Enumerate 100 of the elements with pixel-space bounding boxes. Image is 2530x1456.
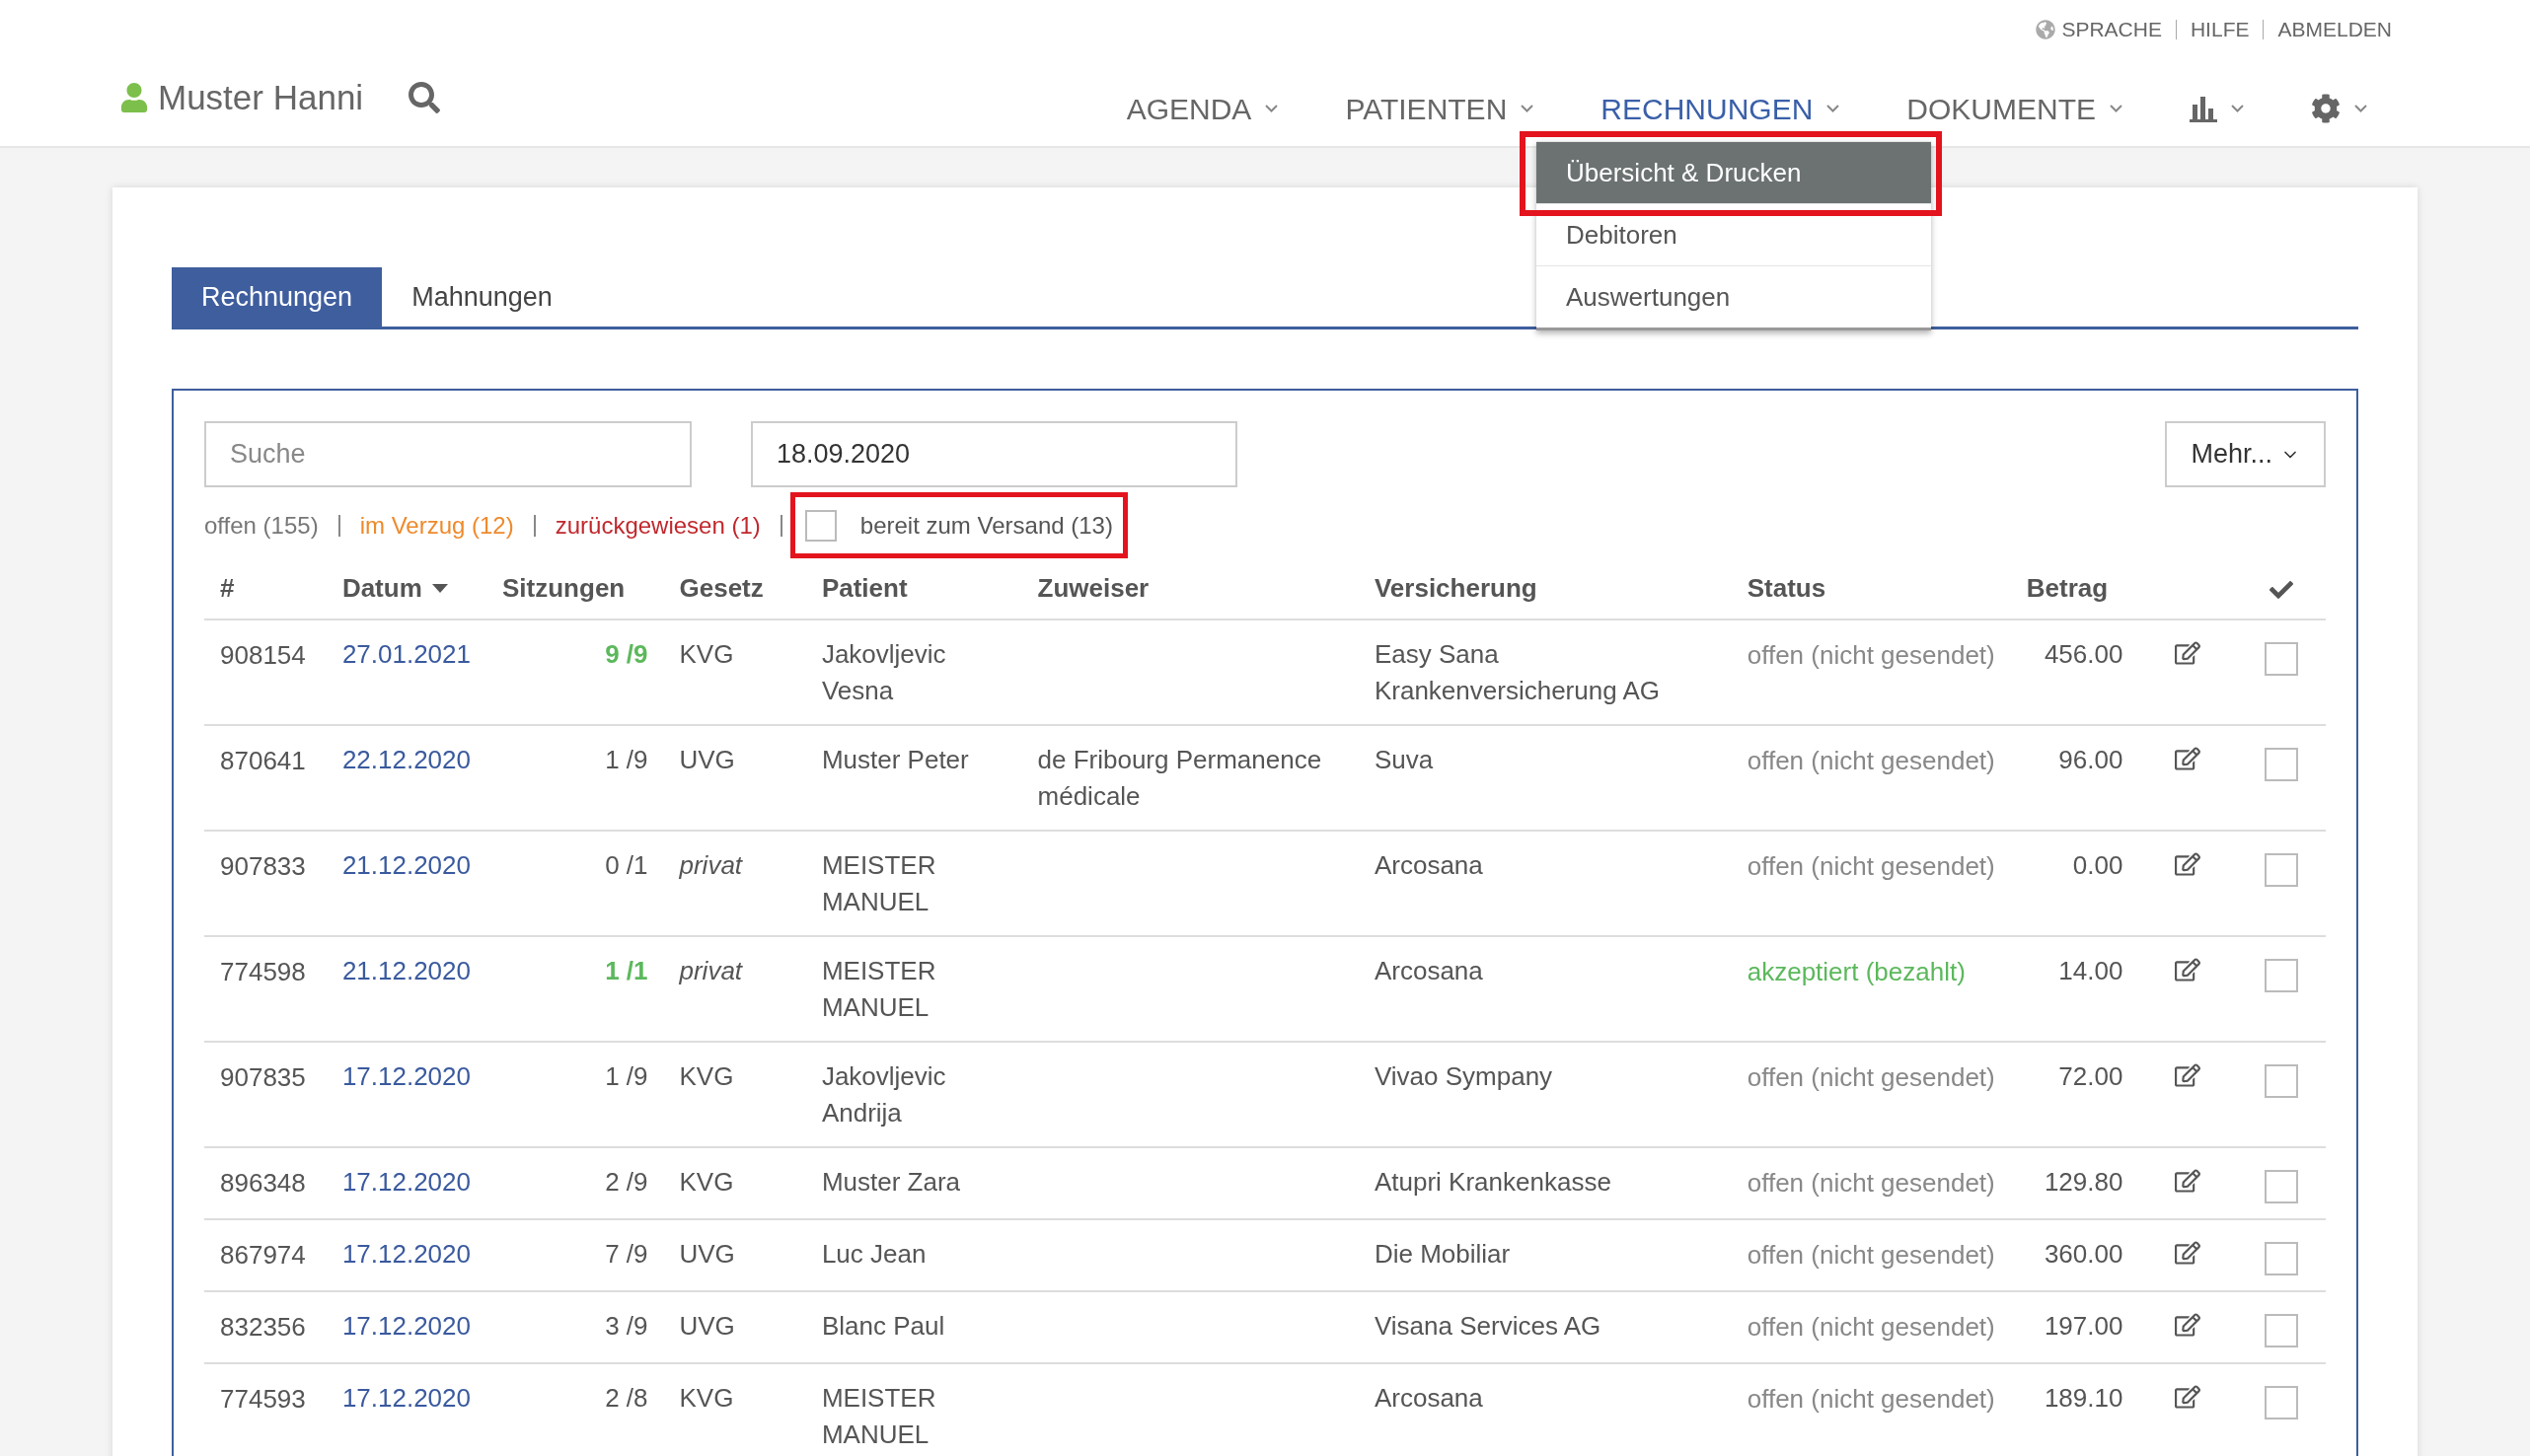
sessions-count: 3 /9 bbox=[605, 1311, 648, 1341]
more-button[interactable]: Mehr... bbox=[2165, 421, 2326, 487]
sort-header[interactable]: Datum bbox=[341, 570, 448, 607]
column-header: Gesetz bbox=[679, 573, 764, 603]
date-link[interactable]: 17.12.2020 bbox=[341, 1167, 471, 1197]
tab[interactable]: Rechnungen bbox=[172, 267, 383, 327]
invoice-number: 907833 bbox=[220, 851, 306, 881]
status-text: offen (nicht gesendet) bbox=[1747, 1240, 1995, 1270]
status-text: offen (nicht gesendet) bbox=[1747, 1062, 1995, 1092]
row-checkbox[interactable] bbox=[2264, 853, 2298, 887]
amount: 189.10 bbox=[2044, 1383, 2123, 1413]
user-name[interactable]: Muster Hanni bbox=[158, 71, 364, 124]
insurance-name: Atupri Krankenkasse bbox=[1374, 1166, 1611, 1199]
nav-menu-item[interactable] bbox=[2190, 95, 2244, 122]
patient-name: MEISTER MANUEL bbox=[821, 1382, 936, 1451]
insurance-name: Easy Sana Krankenversicherung AG bbox=[1374, 638, 1660, 707]
edit-icon[interactable] bbox=[2174, 1240, 2200, 1266]
column-header: Betrag bbox=[2026, 573, 2109, 603]
invoice-number: 774593 bbox=[220, 1384, 306, 1414]
invoice-number: 867974 bbox=[220, 1240, 306, 1270]
row-checkbox[interactable] bbox=[2264, 1386, 2298, 1420]
date-link[interactable]: 27.01.2021 bbox=[341, 639, 471, 669]
nav-menu-item[interactable]: RECHNUNGEN bbox=[1600, 86, 1840, 131]
invoice-number: 832356 bbox=[220, 1312, 306, 1342]
nav-menu-item[interactable]: DOKUMENTE bbox=[1906, 86, 2122, 131]
invoice-number: 870641 bbox=[220, 746, 306, 775]
status-text: akzeptiert (bezahlt) bbox=[1747, 957, 1966, 986]
patient-name: Jakovljevic Andrija bbox=[821, 1060, 946, 1129]
insurance-name: Visana Services AG bbox=[1374, 1310, 1601, 1343]
row-checkbox[interactable] bbox=[2264, 748, 2298, 781]
date-link[interactable]: 17.12.2020 bbox=[341, 1383, 471, 1413]
law-type: KVG bbox=[679, 1383, 734, 1413]
patient-name: Muster Peter bbox=[821, 744, 969, 776]
referrer-name: de Fribourg Permanence médicale bbox=[1037, 744, 1322, 813]
settings-icon bbox=[2311, 94, 2341, 123]
patient-name: Jakovljevic Vesna bbox=[821, 638, 946, 707]
edit-icon[interactable] bbox=[2174, 1384, 2200, 1410]
date-link[interactable]: 21.12.2020 bbox=[341, 850, 471, 880]
nav-menu-item[interactable] bbox=[2311, 94, 2367, 123]
nav-menu-item[interactable]: PATIENTEN bbox=[1345, 86, 1534, 131]
column-header: # bbox=[220, 573, 235, 603]
nav-menu-item[interactable]: AGENDA bbox=[1126, 86, 1279, 131]
column-header: Status bbox=[1747, 573, 1826, 603]
patient-name: Muster Zara bbox=[821, 1166, 961, 1199]
row-checkbox[interactable] bbox=[2264, 1064, 2298, 1098]
column-header: Sitzungen bbox=[502, 573, 626, 603]
menu-item[interactable]: Auswertungen bbox=[1536, 265, 1931, 328]
status-text: offen (nicht gesendet) bbox=[1747, 746, 1995, 775]
invoice-number: 896348 bbox=[220, 1168, 306, 1198]
chevron-icon bbox=[1265, 105, 1279, 112]
sessions-count: 1 /1 bbox=[605, 956, 648, 985]
edit-icon[interactable] bbox=[2174, 1168, 2200, 1194]
edit-icon[interactable] bbox=[2174, 1062, 2200, 1088]
patient-name: Blanc Paul bbox=[821, 1310, 945, 1343]
patient-name: MEISTER MANUEL bbox=[821, 955, 936, 1024]
law-type: privat bbox=[679, 956, 743, 985]
row-checkbox[interactable] bbox=[2264, 1314, 2298, 1347]
status-filter[interactable]: offen (155) bbox=[204, 507, 319, 544]
status-filter[interactable]: zurückgewiesen (1) bbox=[555, 507, 761, 544]
amount: 72.00 bbox=[2058, 1061, 2123, 1091]
checkbox-label[interactable]: bereit zum Versand (13) bbox=[859, 507, 1113, 544]
sessions-count: 9 /9 bbox=[605, 639, 648, 669]
amount: 14.00 bbox=[2058, 956, 2123, 985]
user-icon bbox=[120, 83, 148, 112]
row-checkbox[interactable] bbox=[2264, 959, 2298, 992]
chevron-icon bbox=[1826, 105, 1840, 112]
date-link[interactable]: 21.12.2020 bbox=[341, 956, 471, 985]
search-field[interactable]: Suche bbox=[204, 421, 692, 487]
date-field[interactable]: 18.09.2020 bbox=[751, 421, 1237, 487]
law-type: privat bbox=[679, 850, 743, 880]
search-icon[interactable] bbox=[409, 82, 441, 113]
checkbox[interactable] bbox=[804, 509, 837, 542]
date-link[interactable]: 17.12.2020 bbox=[341, 1061, 471, 1091]
sort-caret-icon bbox=[431, 584, 448, 593]
edit-icon[interactable] bbox=[2174, 851, 2200, 877]
patient-name: MEISTER MANUEL bbox=[821, 849, 936, 918]
edit-icon[interactable] bbox=[2174, 640, 2200, 666]
row-checkbox[interactable] bbox=[2264, 1242, 2298, 1275]
menu-item[interactable]: Übersicht & Drucken bbox=[1536, 141, 1931, 203]
date-link[interactable]: 17.12.2020 bbox=[341, 1311, 471, 1341]
row-checkbox[interactable] bbox=[2264, 642, 2298, 676]
utility-link[interactable]: SPRACHE bbox=[2036, 14, 2162, 45]
column-header: Versicherung bbox=[1374, 573, 1537, 603]
row-checkbox[interactable] bbox=[2264, 1170, 2298, 1203]
amount: 456.00 bbox=[2044, 639, 2123, 669]
menu-item[interactable]: Debitoren bbox=[1536, 203, 1931, 265]
amount: 129.80 bbox=[2044, 1167, 2123, 1197]
edit-icon[interactable] bbox=[2174, 957, 2200, 983]
status-text: offen (nicht gesendet) bbox=[1747, 1312, 1995, 1342]
date-link[interactable]: 22.12.2020 bbox=[341, 745, 471, 774]
insurance-name: Arcosana bbox=[1374, 1382, 1483, 1415]
column-header: Patient bbox=[821, 573, 908, 603]
globe-icon bbox=[2036, 20, 2056, 39]
edit-icon[interactable] bbox=[2174, 746, 2200, 771]
date-link[interactable]: 17.12.2020 bbox=[341, 1239, 471, 1269]
edit-icon[interactable] bbox=[2174, 1312, 2200, 1338]
amount: 197.00 bbox=[2044, 1311, 2123, 1341]
utility-link[interactable]: ABMELDEN bbox=[2277, 14, 2392, 45]
law-type: UVG bbox=[679, 745, 735, 774]
utility-link[interactable]: HILFE bbox=[2190, 14, 2250, 45]
